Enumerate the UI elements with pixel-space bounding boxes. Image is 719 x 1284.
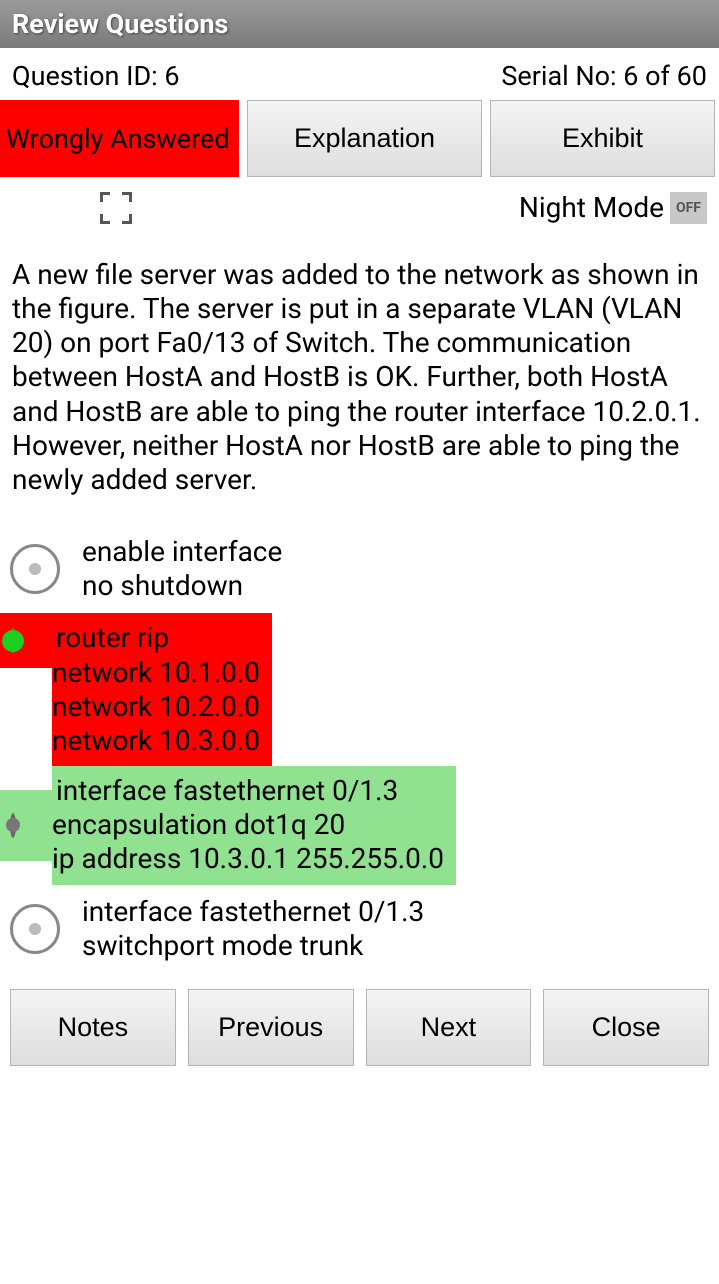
explanation-button-label: Explanation [294,123,435,153]
next-button[interactable]: Next [366,989,532,1066]
mode-row: Night Mode OFF [0,177,719,234]
question-text: A new file server was added to the netwo… [0,234,719,525]
radio-icon[interactable] [10,544,60,594]
status-row: Wrongly Answered Explanation Exhibit [0,100,719,177]
options-list: enable interface no shutdown router rip … [0,525,719,973]
explanation-button[interactable]: Explanation [247,100,482,177]
option-1-text: enable interface no shutdown [78,531,284,607]
radio-icon[interactable] [10,904,60,954]
notes-button-label: Notes [58,1012,129,1042]
notes-button[interactable]: Notes [10,989,176,1066]
night-mode-label: Night Mode [519,191,664,224]
previous-button[interactable]: Previous [188,989,354,1066]
nav-row: Notes Previous Next Close [0,973,719,1082]
radio-icon[interactable] [10,628,16,653]
serial-no-label: Serial No: 6 of 60 [501,60,707,92]
status-badge-text: Wrongly Answered [6,123,230,155]
exhibit-button-label: Exhibit [562,123,643,153]
fullscreen-icon[interactable] [100,192,132,224]
option-3[interactable]: interface fastethernet 0/1.3 encapsulati… [0,766,719,884]
option-4[interactable]: interface fastethernet 0/1.3 switchport … [0,885,719,973]
option-2[interactable]: router rip network 10.1.0.0 network 10.2… [0,613,719,766]
exhibit-button[interactable]: Exhibit [490,100,715,177]
page-title: Review Questions [12,8,228,40]
next-button-label: Next [421,1012,477,1042]
close-button-label: Close [592,1012,661,1042]
option-1[interactable]: enable interface no shutdown [0,525,719,613]
option-4-text: interface fastethernet 0/1.3 switchport … [78,891,426,967]
question-id-label: Question ID: 6 [12,60,180,92]
night-mode-toggle[interactable]: OFF [670,192,707,224]
option-3-text: interface fastethernet 0/1.3 encapsulati… [52,770,446,879]
status-badge: Wrongly Answered [0,100,239,177]
close-button[interactable]: Close [543,989,709,1066]
radio-icon[interactable] [10,813,16,838]
option-2-text: router rip network 10.1.0.0 network 10.2… [52,617,262,760]
info-row: Question ID: 6 Serial No: 6 of 60 [0,48,719,100]
previous-button-label: Previous [218,1012,323,1042]
title-bar: Review Questions [0,0,719,48]
